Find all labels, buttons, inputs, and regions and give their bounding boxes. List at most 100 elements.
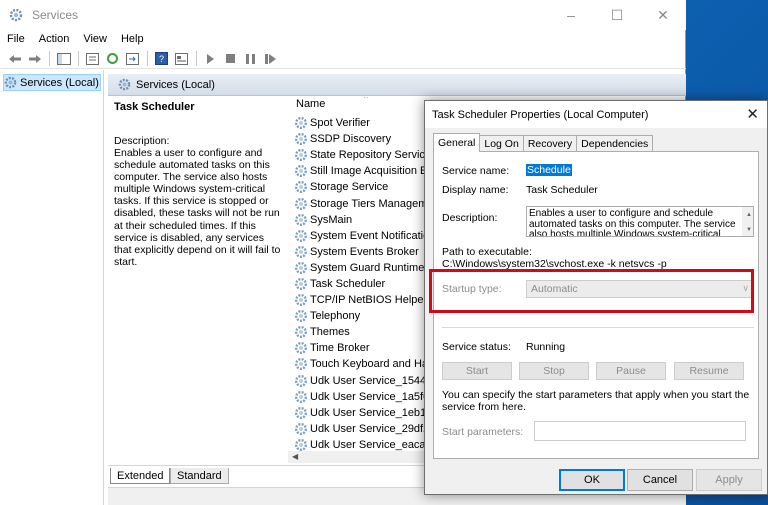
description-panel: Task Scheduler Description: Enables a us…	[108, 97, 288, 469]
forward-arrow-icon[interactable]	[25, 50, 44, 67]
restart-icon[interactable]	[261, 50, 280, 67]
tab-extended[interactable]: Extended	[110, 468, 171, 484]
back-arrow-icon[interactable]	[5, 50, 24, 67]
menu-file[interactable]: File	[0, 33, 32, 45]
description-scrollbar[interactable]: ▲ ▼	[742, 207, 753, 236]
close-button[interactable]: ✕	[640, 0, 686, 30]
service-gear-icon	[294, 165, 308, 178]
sort-arrow-icon: ^	[364, 97, 368, 103]
start-parameters-label: Start parameters:	[442, 426, 524, 438]
cancel-button[interactable]: Cancel	[627, 469, 693, 491]
service-gear-icon	[294, 294, 308, 307]
divider	[442, 327, 754, 328]
services-titlebar: Services – ☐ ✕	[0, 0, 686, 30]
service-gear-icon	[294, 310, 308, 323]
display-name-label: Display name:	[442, 184, 509, 196]
toolbar-separator	[78, 51, 79, 66]
general-tab-body: Service name: Schedule Display name: Tas…	[429, 151, 759, 459]
service-gear-icon	[294, 422, 308, 435]
service-row-label: Spot Verifier	[310, 117, 370, 130]
dialog-titlebar: Task Scheduler Properties (Local Compute…	[425, 101, 767, 128]
ok-button[interactable]: OK	[559, 469, 625, 491]
scroll-left-arrow-icon[interactable]: ◀	[292, 452, 298, 461]
service-row-label: Udk User Service_1a5f0a4	[310, 390, 442, 403]
pause-button[interactable]: Pause	[596, 362, 666, 380]
tab-dependencies[interactable]: Dependencies	[576, 135, 654, 152]
menu-help[interactable]: Help	[114, 33, 151, 45]
toolbar-separator	[49, 51, 50, 66]
menu-view[interactable]: View	[76, 33, 114, 45]
svg-text:?: ?	[159, 54, 164, 64]
services-gear-icon	[118, 78, 131, 91]
service-gear-icon	[294, 149, 308, 162]
start-parameters-input[interactable]	[534, 421, 746, 441]
toolbar-separator	[147, 51, 148, 66]
minimize-button[interactable]: –	[548, 0, 594, 30]
scroll-up-icon[interactable]: ▲	[744, 208, 753, 221]
console-tree-icon[interactable]	[54, 50, 73, 67]
apply-button[interactable]: Apply	[696, 469, 762, 491]
service-gear-icon	[294, 117, 308, 130]
service-row-label: System Guard Runtime M	[310, 261, 437, 274]
service-name-value[interactable]: Schedule	[526, 164, 572, 176]
dialog-tabs: General Log On Recovery Dependencies	[433, 133, 654, 152]
description-label: Description:	[114, 135, 170, 147]
service-gear-icon	[294, 326, 308, 339]
service-row-label: State Repository Service	[310, 149, 432, 162]
list-view-icon[interactable]	[83, 50, 102, 67]
play-icon[interactable]	[201, 50, 220, 67]
service-row-label: Touch Keyboard and Hand	[310, 358, 441, 371]
tree-item-services-local[interactable]: Services (Local)	[3, 74, 101, 91]
tab-recovery[interactable]: Recovery	[522, 135, 578, 152]
service-gear-icon	[294, 181, 308, 194]
scroll-down-icon[interactable]: ▼	[744, 223, 753, 236]
service-gear-icon	[294, 213, 308, 226]
properties-icon[interactable]	[172, 50, 191, 67]
service-row-label: System Events Broker	[310, 245, 419, 258]
menu-action[interactable]: Action	[32, 33, 77, 45]
tab-general[interactable]: General	[433, 133, 481, 152]
highlight-box	[429, 269, 754, 313]
menu-bar: File Action View Help	[0, 30, 686, 48]
window-title: Services	[32, 8, 79, 22]
description-text: Enables a user to configure and schedule…	[114, 147, 281, 268]
service-gear-icon	[294, 229, 308, 242]
service-row-label: Udk User Service_1eb189	[310, 406, 439, 419]
column-header-name[interactable]: Name	[296, 98, 325, 110]
service-row-label: SysMain	[310, 213, 353, 226]
console-tree: Services (Local)	[0, 70, 104, 505]
tab-standard[interactable]: Standard	[170, 468, 229, 484]
dialog-close-icon[interactable]: ✕	[746, 105, 759, 123]
properties-dialog: Task Scheduler Properties (Local Compute…	[424, 100, 768, 495]
service-gear-icon	[294, 390, 308, 403]
service-gear-icon	[294, 245, 308, 258]
service-gear-icon	[294, 342, 308, 355]
help-icon[interactable]: ?	[152, 50, 171, 67]
service-row-label: Storage Tiers Manageme	[310, 197, 434, 210]
service-gear-icon	[294, 261, 308, 274]
service-row-label: Time Broker	[310, 342, 370, 355]
pause-icon[interactable]	[241, 50, 260, 67]
stop-button[interactable]: Stop	[519, 362, 589, 380]
service-gear-icon	[294, 197, 308, 210]
export-list-icon[interactable]	[123, 50, 142, 67]
display-name-value[interactable]: Task Scheduler	[526, 184, 598, 196]
tab-log-on[interactable]: Log On	[479, 135, 524, 152]
path-label: Path to executable:	[442, 246, 532, 258]
maximize-button[interactable]: ☐	[594, 0, 640, 30]
services-gear-icon	[4, 76, 17, 89]
service-row-label: Storage Service	[310, 181, 389, 194]
pane-header-label: Services (Local)	[136, 78, 215, 91]
start-button[interactable]: Start	[442, 362, 512, 380]
description-label: Description:	[442, 212, 498, 224]
service-gear-icon	[294, 374, 308, 387]
toolbar-separator	[196, 51, 197, 66]
start-params-hint: You can specify the start parameters tha…	[442, 389, 750, 413]
stop-icon[interactable]	[221, 50, 240, 67]
refresh-icon[interactable]	[103, 50, 122, 67]
description-textbox[interactable]: Enables a user to configure and schedule…	[526, 206, 754, 237]
services-gear-icon	[8, 7, 24, 23]
resume-button[interactable]: Resume	[674, 362, 744, 380]
pane-header: Services (Local)	[108, 74, 686, 96]
service-status-label: Service status:	[442, 341, 511, 353]
